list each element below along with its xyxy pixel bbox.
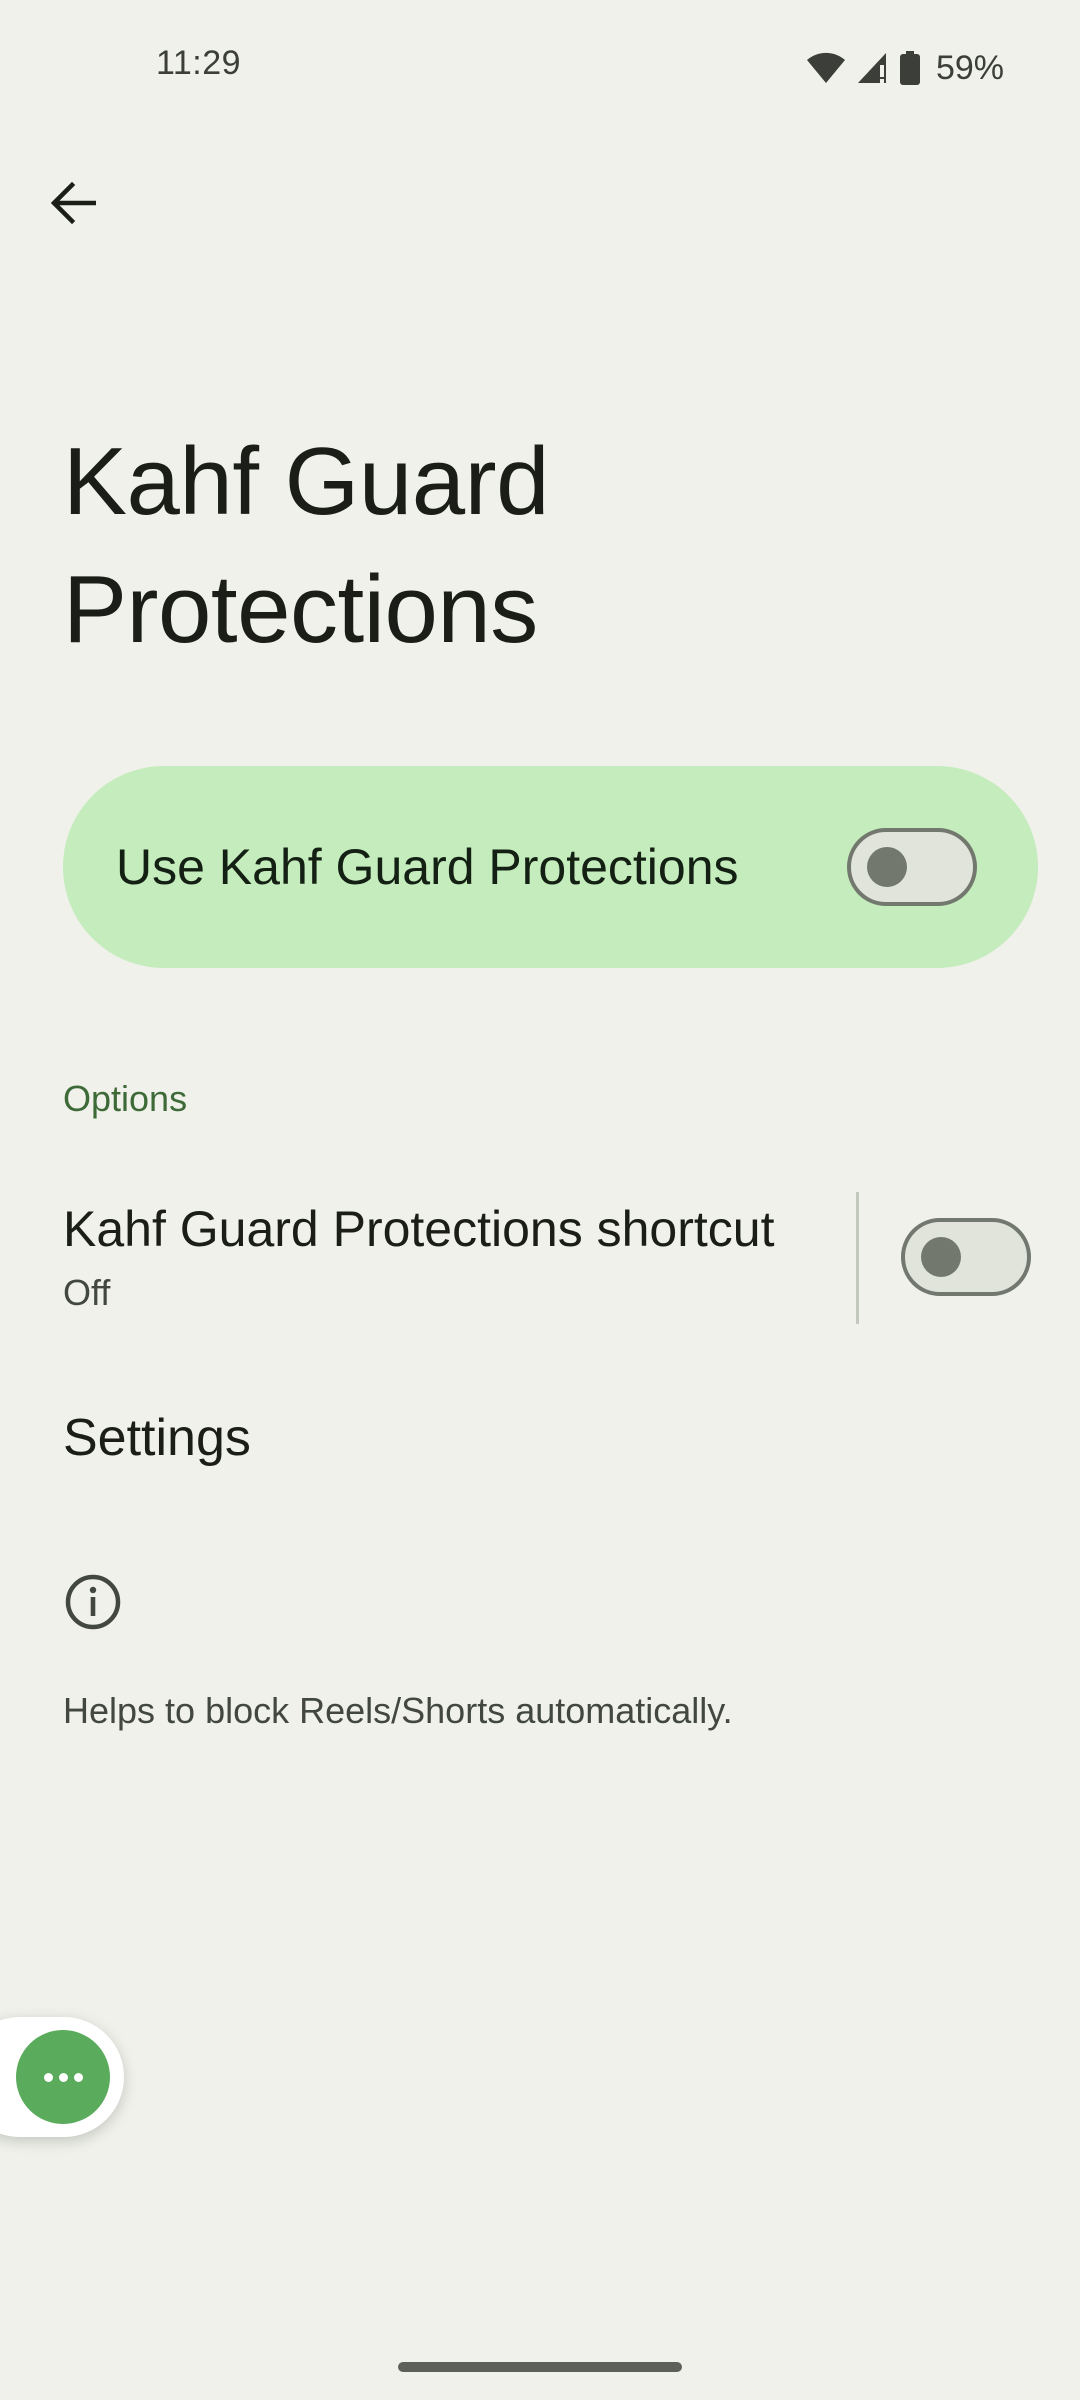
switch-thumb bbox=[921, 1237, 961, 1277]
main-switch-label: Use Kahf Guard Protections bbox=[116, 839, 739, 895]
more-horiz-icon bbox=[43, 2072, 83, 2082]
back-button[interactable] bbox=[30, 160, 116, 246]
options-header: Options bbox=[63, 1078, 188, 1119]
info-icon bbox=[65, 1574, 121, 1630]
settings-item[interactable]: Settings bbox=[63, 1408, 251, 1468]
shortcut-title: Kahf Guard Protections shortcut bbox=[63, 1201, 775, 1257]
arrow-back-icon bbox=[50, 182, 96, 224]
status-time: 11:29 bbox=[156, 44, 242, 82]
cell-signal-icon bbox=[857, 53, 886, 83]
nav-gesture-handle[interactable] bbox=[398, 2362, 682, 2372]
main-toggle-switch[interactable] bbox=[847, 828, 977, 906]
shortcut-toggle-switch[interactable] bbox=[901, 1218, 1031, 1296]
footer-description: Helps to block Reels/Shorts automaticall… bbox=[63, 1690, 733, 1731]
battery-icon bbox=[899, 51, 920, 85]
floating-menu-button[interactable] bbox=[16, 2030, 110, 2124]
divider bbox=[856, 1192, 859, 1324]
shortcut-summary: Off bbox=[63, 1272, 111, 1313]
main-switch-bar[interactable]: Use Kahf Guard Protections bbox=[63, 766, 1038, 968]
switch-thumb bbox=[867, 847, 907, 887]
shortcut-preference[interactable]: Kahf Guard Protections shortcut Off bbox=[0, 1180, 1080, 1340]
status-icons: 59% bbox=[806, 44, 1004, 92]
page-title: Kahf Guard Protections bbox=[63, 428, 549, 663]
wifi-icon bbox=[806, 52, 845, 83]
battery-percent: 59% bbox=[935, 48, 1004, 87]
